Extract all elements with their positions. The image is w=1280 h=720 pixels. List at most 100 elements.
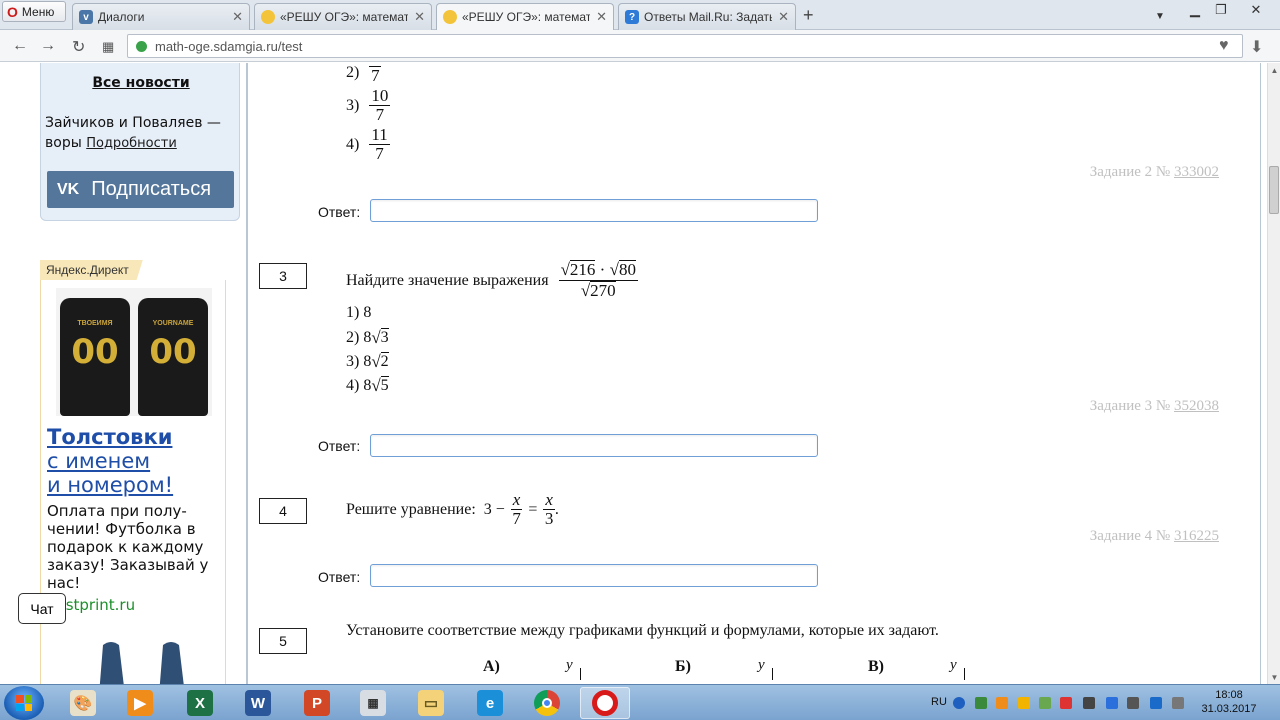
dot-operator: · bbox=[599, 260, 606, 279]
task-id-link[interactable]: 333002 bbox=[1174, 164, 1219, 180]
tray-icon[interactable] bbox=[975, 697, 987, 709]
paint-icon[interactable]: 🎨 bbox=[58, 687, 108, 719]
radicand: 3 bbox=[380, 328, 389, 346]
answer-label: Ответ: bbox=[318, 569, 361, 585]
explorer-icon[interactable]: ▭ bbox=[406, 687, 456, 719]
tray-icon[interactable] bbox=[1060, 697, 1072, 709]
tray-icon[interactable] bbox=[1039, 697, 1051, 709]
tab-bar: O Меню v Диалоги ✕ «РЕШУ ОГЭ»: математик… bbox=[0, 0, 1280, 30]
volume-icon[interactable] bbox=[1172, 697, 1184, 709]
tab-reshu-oge-2[interactable]: «РЕШУ ОГЭ»: математика ✕ bbox=[436, 3, 614, 30]
news-more-link[interactable]: Подробности bbox=[86, 136, 177, 151]
sweatshirt-image: ТВОЕИМЯ 00 bbox=[60, 298, 130, 416]
sqrt: √ 2 bbox=[371, 352, 389, 371]
answer-input-task-3[interactable] bbox=[370, 434, 818, 457]
back-icon[interactable]: ← bbox=[12, 37, 28, 55]
close-tab-icon[interactable]: ✕ bbox=[596, 9, 607, 25]
fraction-denominator: 7 bbox=[375, 105, 385, 124]
graph-label: В) bbox=[868, 658, 884, 675]
tab-otvety-mail[interactable]: ? Ответы Mail.Ru: Задать во ✕ bbox=[618, 3, 796, 30]
help-tray-icon[interactable] bbox=[953, 697, 965, 709]
opera-icon[interactable] bbox=[580, 687, 630, 719]
ad-image[interactable]: ТВОЕИМЯ 00 YOURNAME 00 bbox=[56, 288, 212, 416]
ie-icon[interactable]: e bbox=[465, 687, 515, 719]
tray-icon[interactable] bbox=[996, 697, 1008, 709]
task-text: Найдите значение выражения bbox=[346, 271, 549, 289]
clock[interactable]: 18:08 31.03.2017 bbox=[1196, 688, 1262, 716]
menu-label: Меню bbox=[21, 4, 55, 19]
fraction-numerator: 11 bbox=[369, 125, 390, 145]
chat-button[interactable]: Чат bbox=[18, 593, 66, 624]
opera-menu-button[interactable]: O Меню bbox=[2, 1, 66, 22]
tab-reshu-oge-1[interactable]: «РЕШУ ОГЭ»: математика ✕ bbox=[254, 3, 432, 30]
help-icon: ? bbox=[625, 10, 639, 24]
answer-input-task-2[interactable] bbox=[370, 199, 818, 222]
url-field[interactable]: math-oge.sdamgia.ru/test bbox=[127, 34, 1243, 58]
address-bar: ← → ↻ ▦ math-oge.sdamgia.ru/test ♥ ⬇ bbox=[0, 30, 1280, 62]
all-news-link[interactable]: Все новости bbox=[41, 75, 241, 91]
maximize-icon[interactable]: ❐ bbox=[1208, 0, 1234, 20]
y-axis-line bbox=[772, 668, 773, 680]
word-icon[interactable]: W bbox=[233, 687, 283, 719]
tray-icon[interactable] bbox=[1083, 697, 1095, 709]
forward-icon[interactable]: → bbox=[40, 37, 56, 55]
ad-block[interactable]: ТВОЕИМЯ 00 YOURNAME 00 Толстовки с имене… bbox=[40, 280, 226, 684]
tray-icon[interactable] bbox=[1106, 697, 1118, 709]
tab-menu-icon[interactable]: ▼ bbox=[1150, 6, 1170, 26]
divider bbox=[246, 63, 248, 684]
download-icon[interactable]: ⬇ bbox=[1250, 37, 1263, 57]
task-statement: Найдите значение выражения √ 216 · √ 80 √ 2… bbox=[346, 260, 638, 301]
media-player-icon[interactable]: ▶ bbox=[115, 687, 165, 719]
chrome-icon[interactable] bbox=[522, 687, 572, 719]
radicand: 2 bbox=[380, 352, 389, 370]
yandex-direct-label: Яндекс.Директ bbox=[40, 260, 143, 280]
y-axis-label: y bbox=[950, 657, 957, 673]
minimize-icon[interactable]: ▁ bbox=[1182, 0, 1208, 20]
tab-dialogs[interactable]: v Диалоги ✕ bbox=[72, 3, 250, 30]
calculator-icon[interactable]: ▦ bbox=[348, 687, 398, 719]
scroll-down-icon[interactable]: ▼ bbox=[1268, 670, 1280, 684]
task-reference-prefix: Задание 2 № bbox=[1089, 164, 1171, 180]
radicand: 80 bbox=[618, 260, 636, 279]
ad-title-line[interactable]: с именем bbox=[47, 449, 150, 473]
fraction-denominator: 7 bbox=[371, 66, 380, 85]
ad-title[interactable]: Толстовки с именем и номером! bbox=[47, 425, 227, 497]
page-scrollbar[interactable]: ▲ ▼ bbox=[1267, 63, 1280, 684]
fraction: x 3 bbox=[543, 491, 555, 528]
expression-denominator: √ 270 bbox=[581, 281, 616, 301]
new-tab-icon[interactable]: + bbox=[803, 5, 814, 26]
close-window-icon[interactable]: ✕ bbox=[1236, 0, 1276, 20]
network-icon[interactable] bbox=[1127, 697, 1139, 709]
scroll-up-icon[interactable]: ▲ bbox=[1268, 63, 1280, 77]
vk-subscribe-button[interactable]: VK Подписаться bbox=[47, 171, 234, 208]
tray-icon[interactable] bbox=[1018, 697, 1030, 709]
powerpoint-icon[interactable]: P bbox=[292, 687, 342, 719]
close-tab-icon[interactable]: ✕ bbox=[778, 9, 789, 25]
bookmark-heart-icon[interactable]: ♥ bbox=[1219, 37, 1229, 55]
close-tab-icon[interactable]: ✕ bbox=[232, 9, 243, 25]
reload-icon[interactable]: ↻ bbox=[72, 37, 85, 57]
scrollbar-thumb[interactable] bbox=[1269, 166, 1279, 214]
option-prefix: 4) bbox=[346, 377, 360, 394]
sun-icon bbox=[261, 10, 275, 24]
tab-label: Диалоги bbox=[98, 10, 145, 24]
radicand: 5 bbox=[380, 376, 389, 394]
sqrt: √ 3 bbox=[371, 328, 389, 347]
ad-title-line[interactable]: Толстовки bbox=[47, 425, 172, 449]
graph-label: Б) bbox=[675, 658, 691, 675]
ad-title-line[interactable]: и номером! bbox=[47, 473, 173, 497]
equation-lhs: 3 − bbox=[483, 500, 505, 518]
vk-icon: VK bbox=[57, 180, 80, 198]
language-indicator[interactable]: RU bbox=[931, 696, 947, 708]
speed-dial-icon[interactable]: ▦ bbox=[102, 39, 114, 55]
task-id-link[interactable]: 316225 bbox=[1174, 528, 1219, 544]
task-id-link[interactable]: 352038 bbox=[1174, 398, 1219, 414]
graph-label: А) bbox=[483, 658, 500, 675]
answer-input-task-4[interactable] bbox=[370, 564, 818, 587]
excel-icon[interactable]: X bbox=[175, 687, 225, 719]
start-button[interactable] bbox=[4, 686, 44, 720]
answer-label: Ответ: bbox=[318, 438, 361, 454]
shirt-number-text: 00 bbox=[71, 332, 119, 372]
close-tab-icon[interactable]: ✕ bbox=[414, 9, 425, 25]
tray-icon[interactable] bbox=[1150, 697, 1162, 709]
